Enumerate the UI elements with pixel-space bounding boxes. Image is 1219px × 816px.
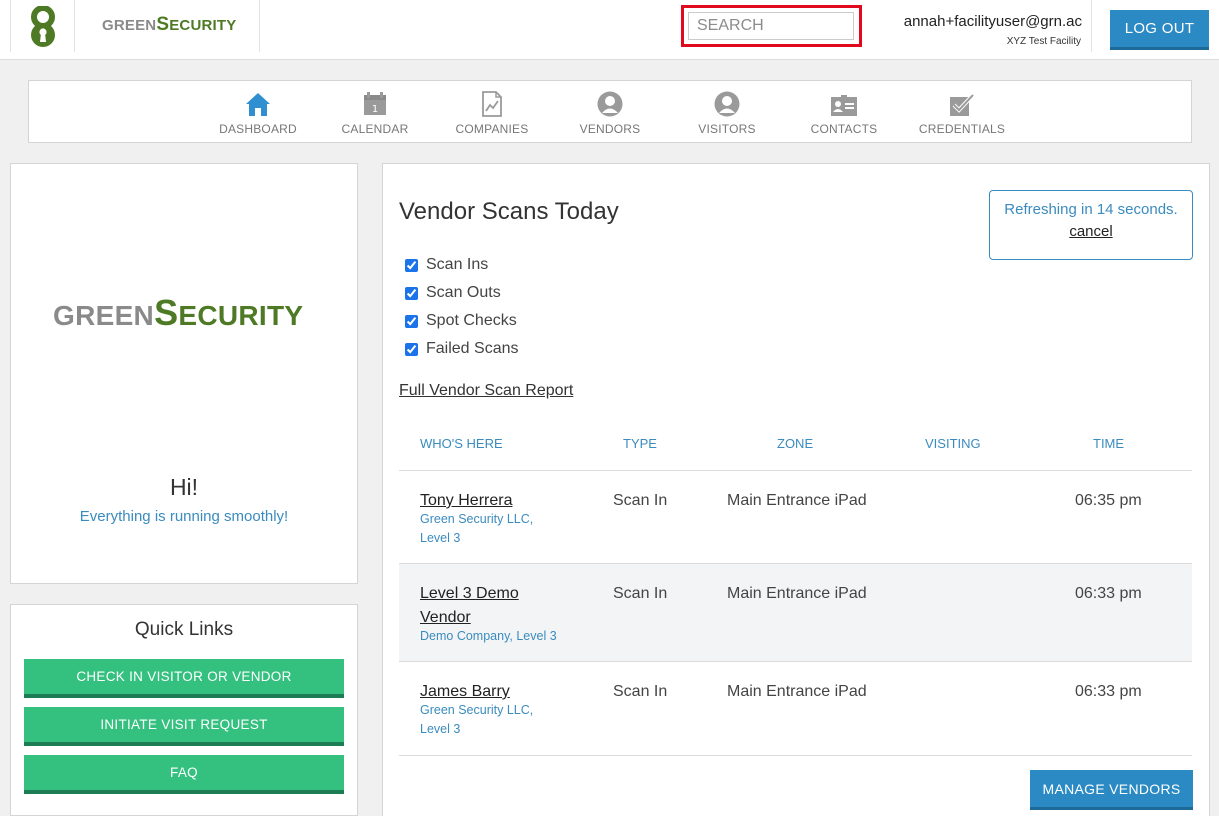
brand-s-keyhole-icon: S: [154, 292, 179, 333]
green-security-logo-icon: [31, 6, 55, 47]
refresh-cancel-link[interactable]: cancel: [1069, 223, 1112, 240]
filter-label: Failed Scans: [426, 340, 519, 357]
calendar-day: 1: [372, 104, 378, 115]
vendor-person-icon: [597, 91, 623, 117]
nav-credentials[interactable]: CREDENTIALS: [907, 87, 1017, 136]
quick-links-title: Quick Links: [134, 619, 234, 640]
nav-vendors[interactable]: VENDORS: [555, 87, 665, 136]
nav-label: VISITORS: [698, 122, 756, 136]
filter-scan-outs-checkbox[interactable]: [405, 286, 418, 300]
column-header-zone[interactable]: ZONE: [777, 436, 813, 451]
nav-label: VENDORS: [579, 122, 641, 136]
vendor-company: Green Security LLC, Level 3: [420, 703, 534, 736]
scan-type: Scan In: [613, 585, 668, 602]
filter-scan-ins[interactable]: Scan Ins: [405, 256, 488, 274]
logo-mark[interactable]: [10, 0, 75, 52]
nav-companies[interactable]: COMPANIES: [437, 87, 547, 136]
column-header-time[interactable]: TIME: [1093, 436, 1124, 451]
page-title: Vendor Scans Today: [399, 198, 619, 225]
brand-s-keyhole-icon: S: [156, 14, 170, 35]
filter-label: Scan Ins: [426, 256, 489, 273]
filter-label: Scan Outs: [426, 284, 501, 301]
initiate-visit-request-button[interactable]: INITIATE VISIT REQUEST: [24, 707, 344, 746]
table-row: James Barry Green Security LLC, Level 3 …: [399, 661, 1192, 756]
filter-scan-outs[interactable]: Scan Outs: [405, 284, 501, 302]
nav-label: CALENDAR: [341, 122, 409, 136]
vendor-scans-panel: Vendor Scans Today Refreshing in 14 seco…: [382, 163, 1210, 816]
user-email: annah+facilityuser@grn.ac: [903, 13, 1082, 30]
filter-spot-checks-checkbox[interactable]: [405, 314, 418, 328]
brand-suffix: ECURITY: [178, 300, 304, 331]
vendor-name-link[interactable]: Level 3 Demo Vendor: [420, 582, 550, 630]
scan-time: 06:33 pm: [1075, 683, 1142, 700]
nav-calendar[interactable]: 1 CALENDAR: [320, 87, 430, 136]
top-header: GREENSECURITY annah+facilityuser@grn.ac …: [0, 0, 1219, 60]
scan-time: 06:33 pm: [1075, 585, 1142, 602]
brand-prefix: GREEN: [53, 300, 155, 331]
scan-zone: Main Entrance iPad: [727, 683, 867, 700]
column-header-visiting[interactable]: VISITING: [925, 436, 981, 451]
nav-label: CREDENTIALS: [918, 122, 1006, 136]
filter-failed-scans[interactable]: Failed Scans: [405, 340, 519, 358]
header-divider: [1091, 0, 1092, 52]
brand-wordmark[interactable]: GREENSECURITY: [75, 0, 260, 52]
visitor-person-icon: [714, 91, 740, 117]
calendar-icon: 1: [364, 92, 386, 115]
welcome-panel: GREENSECURITY Hi! Everything is running …: [10, 163, 358, 584]
scan-time: 06:35 pm: [1075, 492, 1142, 509]
brand-suffix: ECURITY: [169, 17, 237, 34]
manage-vendors-button[interactable]: MANAGE VENDORS: [1030, 770, 1193, 810]
contact-card-icon: [831, 95, 857, 116]
refresh-countdown: Refreshing in 14 seconds.: [1004, 201, 1178, 218]
nav-label: DASHBOARD: [219, 122, 297, 136]
green-security-logo: GREENSECURITY: [53, 292, 303, 334]
greeting: Hi!: [169, 474, 199, 500]
table-row: Tony Herrera Green Security LLC, Level 3…: [399, 470, 1192, 563]
column-header-type[interactable]: TYPE: [623, 436, 657, 451]
filter-failed-scans-checkbox[interactable]: [405, 342, 418, 356]
home-icon: [246, 93, 270, 116]
check-in-visitor-button[interactable]: CHECK IN VISITOR OR VENDOR: [24, 659, 344, 698]
full-vendor-scan-report-link[interactable]: Full Vendor Scan Report: [399, 382, 573, 400]
filter-label: Spot Checks: [426, 312, 517, 329]
scan-zone: Main Entrance iPad: [727, 585, 867, 602]
companies-icon: [482, 91, 502, 117]
nav-label: CONTACTS: [810, 122, 878, 136]
brand-prefix: GREEN: [102, 17, 157, 34]
scan-type: Scan In: [613, 492, 668, 509]
system-status: Everything is running smoothly!: [79, 508, 289, 525]
vendor-company: Green Security LLC, Level 3: [420, 512, 534, 545]
quick-links-panel: Quick Links CHECK IN VISITOR OR VENDOR I…: [10, 604, 358, 816]
nav-label: COMPANIES: [455, 122, 529, 136]
nav-visitors[interactable]: VISITORS: [672, 87, 782, 136]
search-input[interactable]: [688, 12, 854, 40]
facility-name: XYZ Test Facility: [1006, 36, 1081, 47]
refresh-notice: Refreshing in 14 seconds. cancel: [989, 190, 1193, 260]
filter-scan-ins-checkbox[interactable]: [405, 258, 418, 272]
vendor-company: Demo Company, Level 3: [420, 629, 557, 643]
logout-button[interactable]: LOG OUT: [1110, 10, 1209, 50]
faq-button[interactable]: FAQ: [24, 755, 344, 794]
filter-spot-checks[interactable]: Spot Checks: [405, 312, 517, 330]
nav-contacts[interactable]: CONTACTS: [789, 87, 899, 136]
main-nav: DASHBOARD 1 CALENDAR COMPANIES VENDORS V…: [28, 80, 1192, 143]
column-header-whos-here[interactable]: WHO'S HERE: [420, 436, 503, 451]
credential-check-icon: [950, 93, 975, 116]
scan-zone: Main Entrance iPad: [727, 492, 867, 509]
table-row: Level 3 Demo Vendor Demo Company, Level …: [399, 563, 1192, 661]
scan-type: Scan In: [613, 683, 668, 700]
nav-dashboard[interactable]: DASHBOARD: [203, 87, 313, 136]
